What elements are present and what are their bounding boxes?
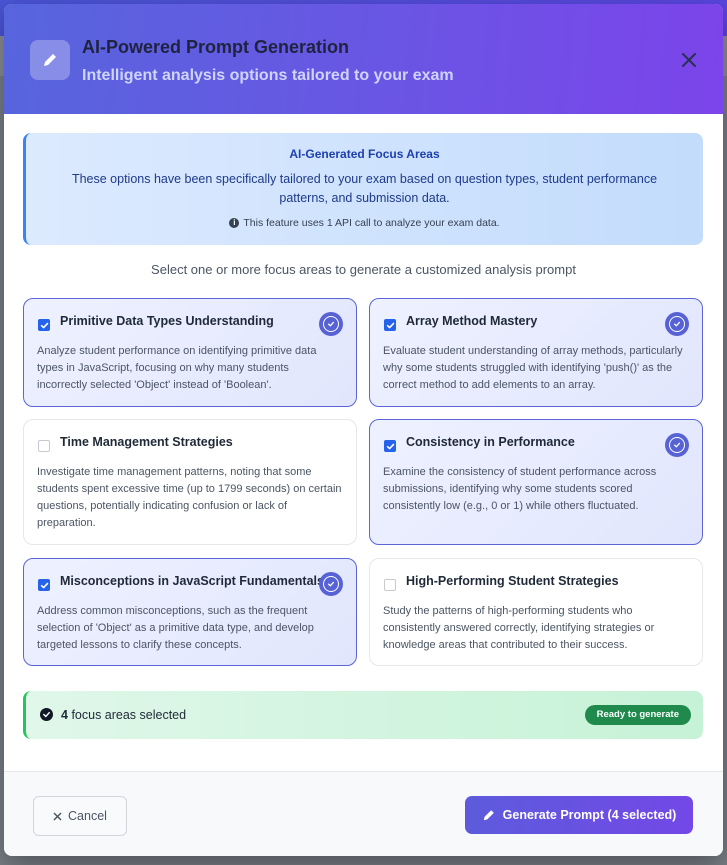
pencil-icon <box>30 40 70 80</box>
selection-count-text: 4 focus areas selected <box>61 708 186 722</box>
info-note-text: This feature uses 1 API call to analyze … <box>243 217 500 229</box>
instruction-text: Select one or more focus areas to genera… <box>151 262 576 277</box>
modal-subtitle: Intelligent analysis options tailored to… <box>82 67 454 84</box>
prompt-generation-modal: AI-Powered Prompt Generation Intelligent… <box>4 4 723 856</box>
ready-badge: Ready to generate <box>584 705 691 725</box>
selection-label: focus areas selected <box>71 708 187 722</box>
focus-card-array-method-mastery[interactable]: Array Method Mastery Evaluate student und… <box>369 298 703 407</box>
check-circle-icon <box>40 708 53 721</box>
focus-checkbox[interactable] <box>384 579 396 591</box>
focus-card-js-misconceptions[interactable]: Misconceptions in JavaScript Fundamental… <box>23 558 357 666</box>
cancel-button[interactable]: Cancel <box>33 796 127 836</box>
focus-checkbox[interactable] <box>38 579 50 591</box>
focus-checkbox[interactable] <box>384 440 396 452</box>
selection-status-bar: 4 focus areas selected Ready to generate <box>23 691 703 739</box>
generate-prompt-button[interactable]: Generate Prompt (4 selected) <box>465 796 693 834</box>
selected-check-icon <box>665 312 689 336</box>
focus-checkbox[interactable] <box>38 319 50 331</box>
focus-card-description: Examine the consistency of student perfo… <box>383 466 657 512</box>
modal-footer: Cancel Generate Prompt (4 selected) <box>4 771 723 856</box>
focus-card-title: High-Performing Student Strategies <box>406 574 619 588</box>
modal-title: AI-Powered Prompt Generation <box>82 37 350 57</box>
focus-card-consistency-performance[interactable]: Consistency in Performance Examine the co… <box>369 419 703 545</box>
info-title: AI-Generated Focus Areas <box>289 147 440 161</box>
focus-card-title: Array Method Mastery <box>406 314 538 328</box>
selected-check-icon <box>319 572 343 596</box>
focus-card-title: Misconceptions in JavaScript Fundamental… <box>60 574 324 588</box>
info-box: AI-Generated Focus Areas These options h… <box>23 133 703 245</box>
close-icon[interactable] <box>677 48 701 72</box>
focus-card-description: Study the patterns of high-performing st… <box>383 605 655 651</box>
selected-check-icon <box>665 433 689 457</box>
focus-card-title: Time Management Strategies <box>60 435 233 449</box>
close-small-icon <box>53 812 62 820</box>
focus-card-description: Investigate time management patterns, no… <box>37 466 342 529</box>
focus-card-high-performing-strategies[interactable]: High-Performing Student Strategies Study … <box>369 558 703 666</box>
focus-card-primitive-data-types[interactable]: Primitive Data Types Understanding Analyz… <box>23 298 357 407</box>
modal-header: AI-Powered Prompt Generation Intelligent… <box>4 4 723 114</box>
info-icon: i <box>229 218 240 228</box>
focus-card-title: Primitive Data Types Understanding <box>60 314 274 328</box>
focus-card-description: Address common misconceptions, such as t… <box>37 605 314 651</box>
pencil-icon <box>483 810 494 821</box>
focus-card-time-management[interactable]: Time Management Strategies Investigate ti… <box>23 419 357 545</box>
selection-count: 4 <box>61 708 68 722</box>
info-description: These options have been specifically tai… <box>71 172 658 205</box>
focus-card-description: Analyze student performance on identifyi… <box>37 345 317 391</box>
info-note: i This feature uses 1 API call to analyz… <box>26 217 703 229</box>
focus-card-title: Consistency in Performance <box>406 435 575 449</box>
generate-label: Generate Prompt (4 selected) <box>502 808 677 822</box>
selected-check-icon <box>319 312 343 336</box>
focus-checkbox[interactable] <box>384 319 396 331</box>
cancel-label: Cancel <box>68 809 107 823</box>
focus-checkbox[interactable] <box>38 440 50 452</box>
focus-card-description: Evaluate student understanding of array … <box>383 345 683 391</box>
